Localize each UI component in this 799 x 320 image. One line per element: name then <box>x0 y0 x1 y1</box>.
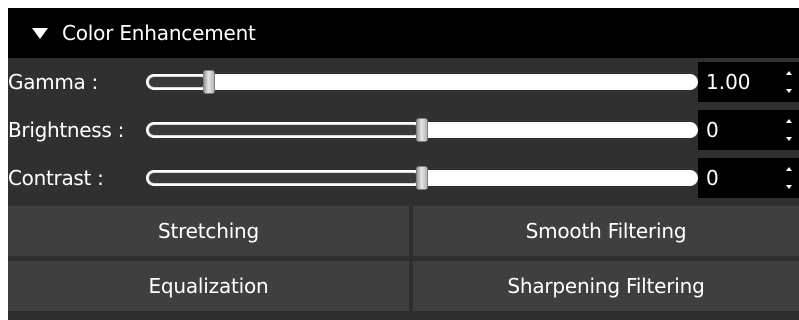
gamma-slider-track[interactable] <box>146 74 698 90</box>
brightness-spinbox[interactable]: 0 <box>698 110 799 150</box>
panel-header[interactable]: Color Enhancement <box>8 8 799 58</box>
spin-down-icon[interactable] <box>783 82 795 100</box>
caret-down-icon[interactable] <box>32 27 48 39</box>
brightness-spin-buttons <box>779 110 799 150</box>
spin-down-icon[interactable] <box>783 178 795 196</box>
contrast-value[interactable]: 0 <box>706 158 719 198</box>
sharpening-filtering-button[interactable]: Sharpening Filtering <box>413 261 799 311</box>
spin-up-icon[interactable] <box>783 64 795 82</box>
gamma-label: Gamma : <box>8 70 98 94</box>
spin-up-icon[interactable] <box>783 160 795 178</box>
stretching-button[interactable]: Stretching <box>8 206 409 256</box>
gamma-slider-handle[interactable] <box>203 70 215 94</box>
gamma-value[interactable]: 1.00 <box>706 62 751 102</box>
gamma-spin-buttons <box>779 62 799 102</box>
contrast-spin-buttons <box>779 158 799 198</box>
contrast-label: Contrast : <box>8 166 104 190</box>
brightness-slider-empty <box>148 124 420 136</box>
color-enhancement-panel: Color Enhancement Gamma : 1.00 Brightnes… <box>0 0 799 320</box>
contrast-slider-empty <box>148 172 420 184</box>
equalization-button[interactable]: Equalization <box>8 261 409 311</box>
gamma-row: Gamma : 1.00 <box>8 58 799 106</box>
smooth-filtering-button[interactable]: Smooth Filtering <box>413 206 799 256</box>
gamma-spinbox[interactable]: 1.00 <box>698 62 799 102</box>
contrast-spinbox[interactable]: 0 <box>698 158 799 198</box>
contrast-slider-handle[interactable] <box>416 166 428 190</box>
gamma-slider-empty <box>148 76 207 88</box>
brightness-label: Brightness : <box>8 118 125 142</box>
contrast-row: Contrast : 0 <box>8 154 799 202</box>
panel-body: Gamma : 1.00 Brightness : 0 Contrast: 0… <box>8 58 799 320</box>
brightness-row: Brightness : 0 <box>8 106 799 154</box>
brightness-value[interactable]: 0 <box>706 110 719 150</box>
brightness-slider-handle[interactable] <box>416 118 428 142</box>
spin-up-icon[interactable] <box>783 112 795 130</box>
spin-down-icon[interactable] <box>783 130 795 148</box>
panel-title: Color Enhancement <box>62 21 256 45</box>
